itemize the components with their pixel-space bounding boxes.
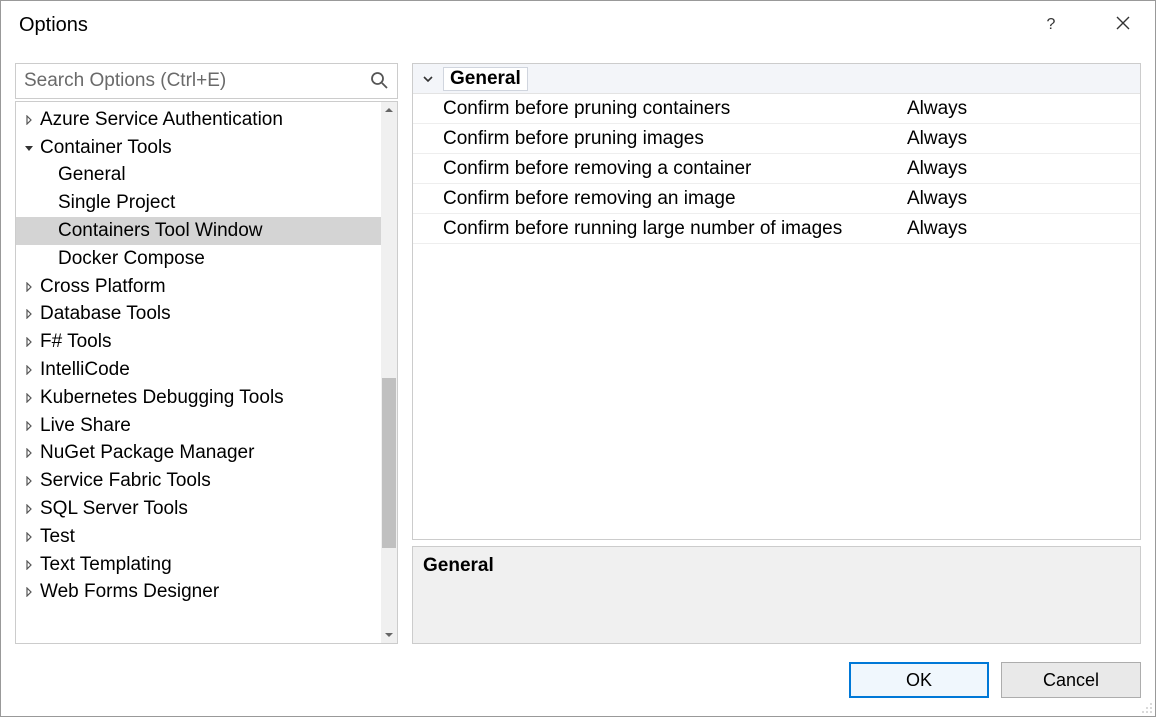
- property-category-header[interactable]: General: [413, 64, 1140, 94]
- tree-item[interactable]: Service Fabric Tools: [16, 467, 381, 495]
- resize-grip-icon[interactable]: [1139, 700, 1153, 714]
- property-name: Confirm before pruning images: [443, 128, 907, 150]
- chevron-right-icon[interactable]: [22, 391, 36, 405]
- scrollbar-vertical[interactable]: [381, 102, 397, 643]
- scroll-track[interactable]: [381, 118, 397, 627]
- tree-item[interactable]: Live Share: [16, 412, 381, 440]
- tree-item[interactable]: Azure Service Authentication: [16, 106, 381, 134]
- tree-item[interactable]: Database Tools: [16, 301, 381, 329]
- tree-item-label: Test: [40, 526, 75, 548]
- tree-item[interactable]: SQL Server Tools: [16, 495, 381, 523]
- tree-item-label: Single Project: [58, 192, 175, 214]
- tree-item[interactable]: Docker Compose: [16, 245, 381, 273]
- tree-item[interactable]: Container Tools: [16, 134, 381, 162]
- tree-item-label: IntelliCode: [40, 359, 130, 381]
- property-row[interactable]: Confirm before removing a containerAlway…: [413, 154, 1140, 184]
- chevron-right-icon[interactable]: [22, 530, 36, 544]
- property-value[interactable]: Always: [907, 218, 1140, 240]
- chevron-right-icon[interactable]: [22, 335, 36, 349]
- chevron-right-icon[interactable]: [22, 558, 36, 572]
- options-tree[interactable]: Azure Service Authentication Container To…: [16, 102, 381, 643]
- chevron-right-icon[interactable]: [22, 474, 36, 488]
- right-panel: General Confirm before pruning container…: [412, 63, 1141, 644]
- property-row[interactable]: Confirm before running large number of i…: [413, 214, 1140, 244]
- tree-item-label: Database Tools: [40, 303, 171, 325]
- titlebar: Options ?: [1, 1, 1155, 49]
- chevron-right-icon[interactable]: [22, 363, 36, 377]
- tree-item-label: Docker Compose: [58, 248, 205, 270]
- tree-item[interactable]: General: [16, 162, 381, 190]
- description-box: General: [412, 546, 1141, 644]
- window-title: Options: [19, 14, 88, 37]
- tree-item-label: Live Share: [40, 415, 131, 437]
- property-value[interactable]: Always: [907, 158, 1140, 180]
- close-button[interactable]: [1107, 9, 1139, 41]
- chevron-right-icon[interactable]: [22, 585, 36, 599]
- tree-item[interactable]: Web Forms Designer: [16, 579, 381, 607]
- help-icon: ?: [1047, 16, 1056, 34]
- titlebar-actions: ?: [1035, 9, 1139, 41]
- property-value[interactable]: Always: [907, 128, 1140, 150]
- tree-container: Azure Service Authentication Container To…: [15, 101, 398, 644]
- property-name: Confirm before removing an image: [443, 188, 907, 210]
- search-input[interactable]: [24, 70, 369, 92]
- tree-item-label: Kubernetes Debugging Tools: [40, 387, 284, 409]
- tree-item[interactable]: F# Tools: [16, 328, 381, 356]
- tree-item[interactable]: Test: [16, 523, 381, 551]
- scroll-down-button[interactable]: [381, 627, 397, 643]
- ok-button[interactable]: OK: [849, 662, 989, 698]
- property-row[interactable]: Confirm before pruning containersAlways: [413, 94, 1140, 124]
- search-icon[interactable]: [369, 70, 389, 93]
- close-icon: [1116, 16, 1130, 35]
- chevron-right-icon[interactable]: [22, 419, 36, 433]
- tree-item[interactable]: Single Project: [16, 189, 381, 217]
- property-name: Confirm before running large number of i…: [443, 218, 907, 240]
- tree-item-label: Azure Service Authentication: [40, 109, 283, 131]
- tree-item-label: Containers Tool Window: [58, 220, 263, 242]
- tree-item[interactable]: Kubernetes Debugging Tools: [16, 384, 381, 412]
- scroll-up-button[interactable]: [381, 102, 397, 118]
- search-row: [15, 63, 398, 99]
- chevron-right-icon[interactable]: [22, 280, 36, 294]
- scroll-thumb[interactable]: [382, 378, 396, 548]
- help-button[interactable]: ?: [1035, 9, 1067, 41]
- description-title: General: [423, 555, 1130, 577]
- property-grid: General Confirm before pruning container…: [412, 63, 1141, 540]
- property-row[interactable]: Confirm before pruning imagesAlways: [413, 124, 1140, 154]
- tree-item-label: Cross Platform: [40, 276, 166, 298]
- property-value[interactable]: Always: [907, 188, 1140, 210]
- tree-item[interactable]: Text Templating: [16, 551, 381, 579]
- tree-item-label: Container Tools: [40, 137, 172, 159]
- property-category-label: General: [443, 67, 528, 91]
- property-name: Confirm before pruning containers: [443, 98, 907, 120]
- property-name: Confirm before removing a container: [443, 158, 907, 180]
- content-area: Azure Service Authentication Container To…: [1, 49, 1155, 644]
- chevron-right-icon[interactable]: [22, 113, 36, 127]
- tree-item-label: F# Tools: [40, 331, 111, 353]
- property-value[interactable]: Always: [907, 98, 1140, 120]
- tree-item-label: Text Templating: [40, 554, 172, 576]
- left-panel: Azure Service Authentication Container To…: [15, 63, 398, 644]
- footer: OK Cancel: [1, 644, 1155, 716]
- chevron-right-icon[interactable]: [22, 446, 36, 460]
- property-row[interactable]: Confirm before removing an imageAlways: [413, 184, 1140, 214]
- cancel-button[interactable]: Cancel: [1001, 662, 1141, 698]
- tree-item-label: SQL Server Tools: [40, 498, 188, 520]
- tree-item[interactable]: NuGet Package Manager: [16, 440, 381, 468]
- tree-item-label: Web Forms Designer: [40, 581, 219, 603]
- chevron-right-icon[interactable]: [22, 307, 36, 321]
- chevron-down-icon[interactable]: [419, 73, 437, 85]
- chevron-right-icon[interactable]: [22, 502, 36, 516]
- tree-item-label: Service Fabric Tools: [40, 470, 211, 492]
- tree-item[interactable]: IntelliCode: [16, 356, 381, 384]
- chevron-down-icon[interactable]: [22, 141, 36, 155]
- tree-item[interactable]: Cross Platform: [16, 273, 381, 301]
- tree-item[interactable]: Containers Tool Window: [16, 217, 381, 245]
- tree-item-label: NuGet Package Manager: [40, 442, 254, 464]
- tree-item-label: General: [58, 164, 126, 186]
